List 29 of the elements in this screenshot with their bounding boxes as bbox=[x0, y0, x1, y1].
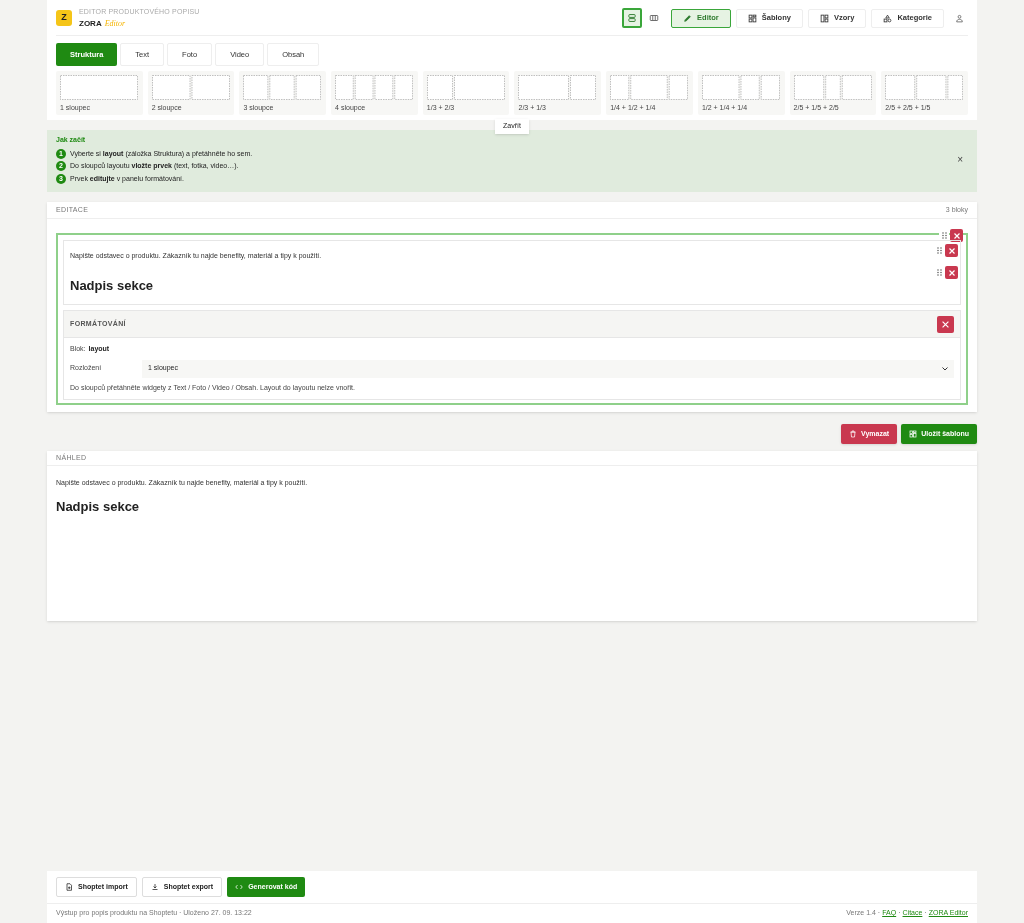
grid-icon bbox=[747, 13, 757, 23]
view-toggle[interactable] bbox=[622, 8, 643, 28]
section-heading: Nadpis sekce bbox=[70, 276, 155, 295]
close-button[interactable]: × bbox=[957, 152, 963, 167]
delete-button[interactable] bbox=[945, 244, 958, 257]
code-icon bbox=[235, 883, 244, 891]
columns-layout-icon bbox=[649, 13, 660, 23]
close-icon bbox=[948, 269, 955, 276]
section-heading: Nadpis sekce bbox=[56, 497, 141, 516]
close-icon bbox=[948, 247, 955, 254]
delete-button[interactable] bbox=[945, 266, 958, 279]
delete-button[interactable] bbox=[950, 229, 963, 242]
shapes-icon bbox=[883, 13, 893, 23]
brand-accent: Editor bbox=[104, 18, 126, 30]
caret-icon bbox=[942, 366, 948, 371]
delete-button[interactable] bbox=[937, 315, 954, 333]
trash-icon bbox=[849, 430, 857, 438]
download-icon bbox=[150, 883, 159, 891]
file-plus-icon bbox=[65, 883, 73, 891]
user-icon bbox=[954, 13, 964, 23]
grid-icon bbox=[909, 430, 918, 438]
logo-badge: Z bbox=[56, 10, 72, 26]
rows-layout-icon bbox=[627, 13, 638, 23]
split-panel-icon bbox=[819, 13, 829, 23]
close-icon bbox=[942, 320, 949, 328]
close-icon bbox=[953, 232, 960, 239]
brand-name: ZORA bbox=[79, 18, 102, 30]
pencil-icon bbox=[683, 13, 693, 23]
drag-handle-icon bbox=[939, 230, 949, 241]
